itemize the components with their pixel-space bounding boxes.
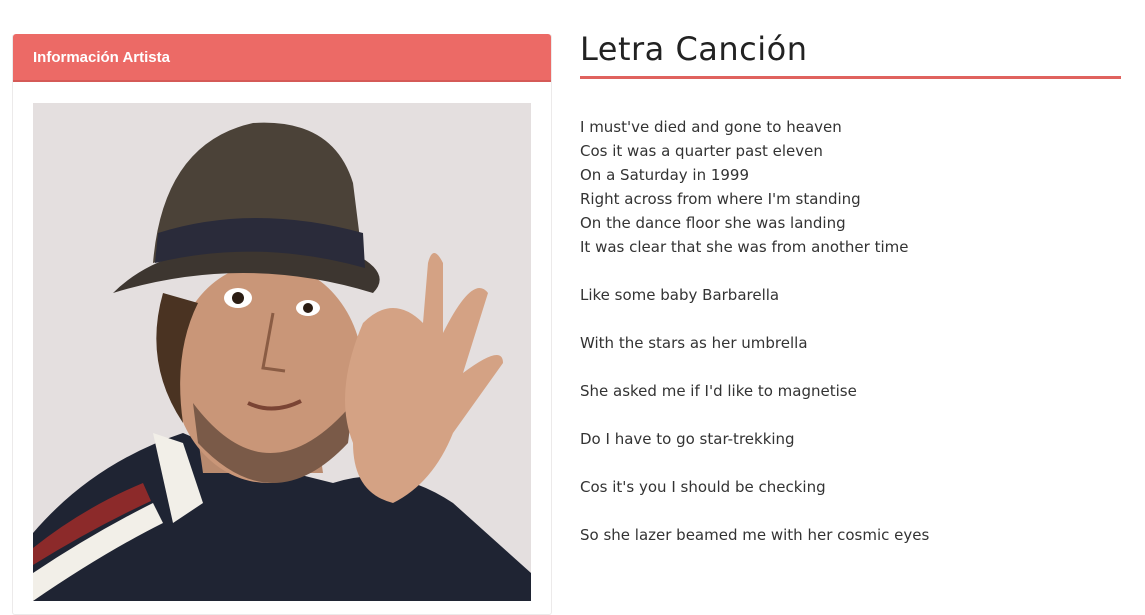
lyrics-line: It was clear that she was from another t… [580,238,909,256]
lyrics-line: Like some baby Barbarella [580,286,780,304]
artist-photo-illustration [33,103,531,601]
lyrics-stanza: With the stars as her umbrella [580,331,1121,355]
lyrics-line: Cos it was a quarter past eleven [580,142,823,160]
artist-info-panel: Información Artista [12,34,552,615]
lyrics-line: So she lazer beamed me with her cosmic e… [580,526,930,544]
lyrics-stanza: Do I have to go star-trekking [580,427,1121,451]
lyrics-line: Cos it's you I should be checking [580,478,826,496]
artist-info-header-label: Información Artista [33,48,170,66]
lyrics-stanza: She asked me if I'd like to magnetise [580,379,1121,403]
artist-photo [33,103,531,601]
lyrics-stanza: Cos it's you I should be checking [580,475,1121,499]
lyrics-line: Right across from where I'm standing [580,190,861,208]
lyrics-line: On a Saturday in 1999 [580,166,750,184]
lyrics-stanza: So she lazer beamed me with her cosmic e… [580,523,1121,547]
lyrics-stanza: Like some baby Barbarella [580,283,1121,307]
lyrics-section: Letra Canción I must've died and gone to… [580,30,1121,571]
lyrics-line: I must've died and gone to heaven [580,118,842,136]
lyrics-line: Do I have to go star-trekking [580,430,795,448]
lyrics-title: Letra Canción [580,30,808,68]
lyrics-line: With the stars as her umbrella [580,334,808,352]
lyrics-body: I must've died and gone to heaven Cos it… [580,115,1121,547]
lyrics-stanza: I must've died and gone to heaven Cos it… [580,115,1121,259]
lyrics-line: She asked me if I'd like to magnetise [580,382,857,400]
title-divider [580,76,1121,79]
artist-info-header: Información Artista [13,34,551,82]
lyrics-line: On the dance floor she was landing [580,214,846,232]
